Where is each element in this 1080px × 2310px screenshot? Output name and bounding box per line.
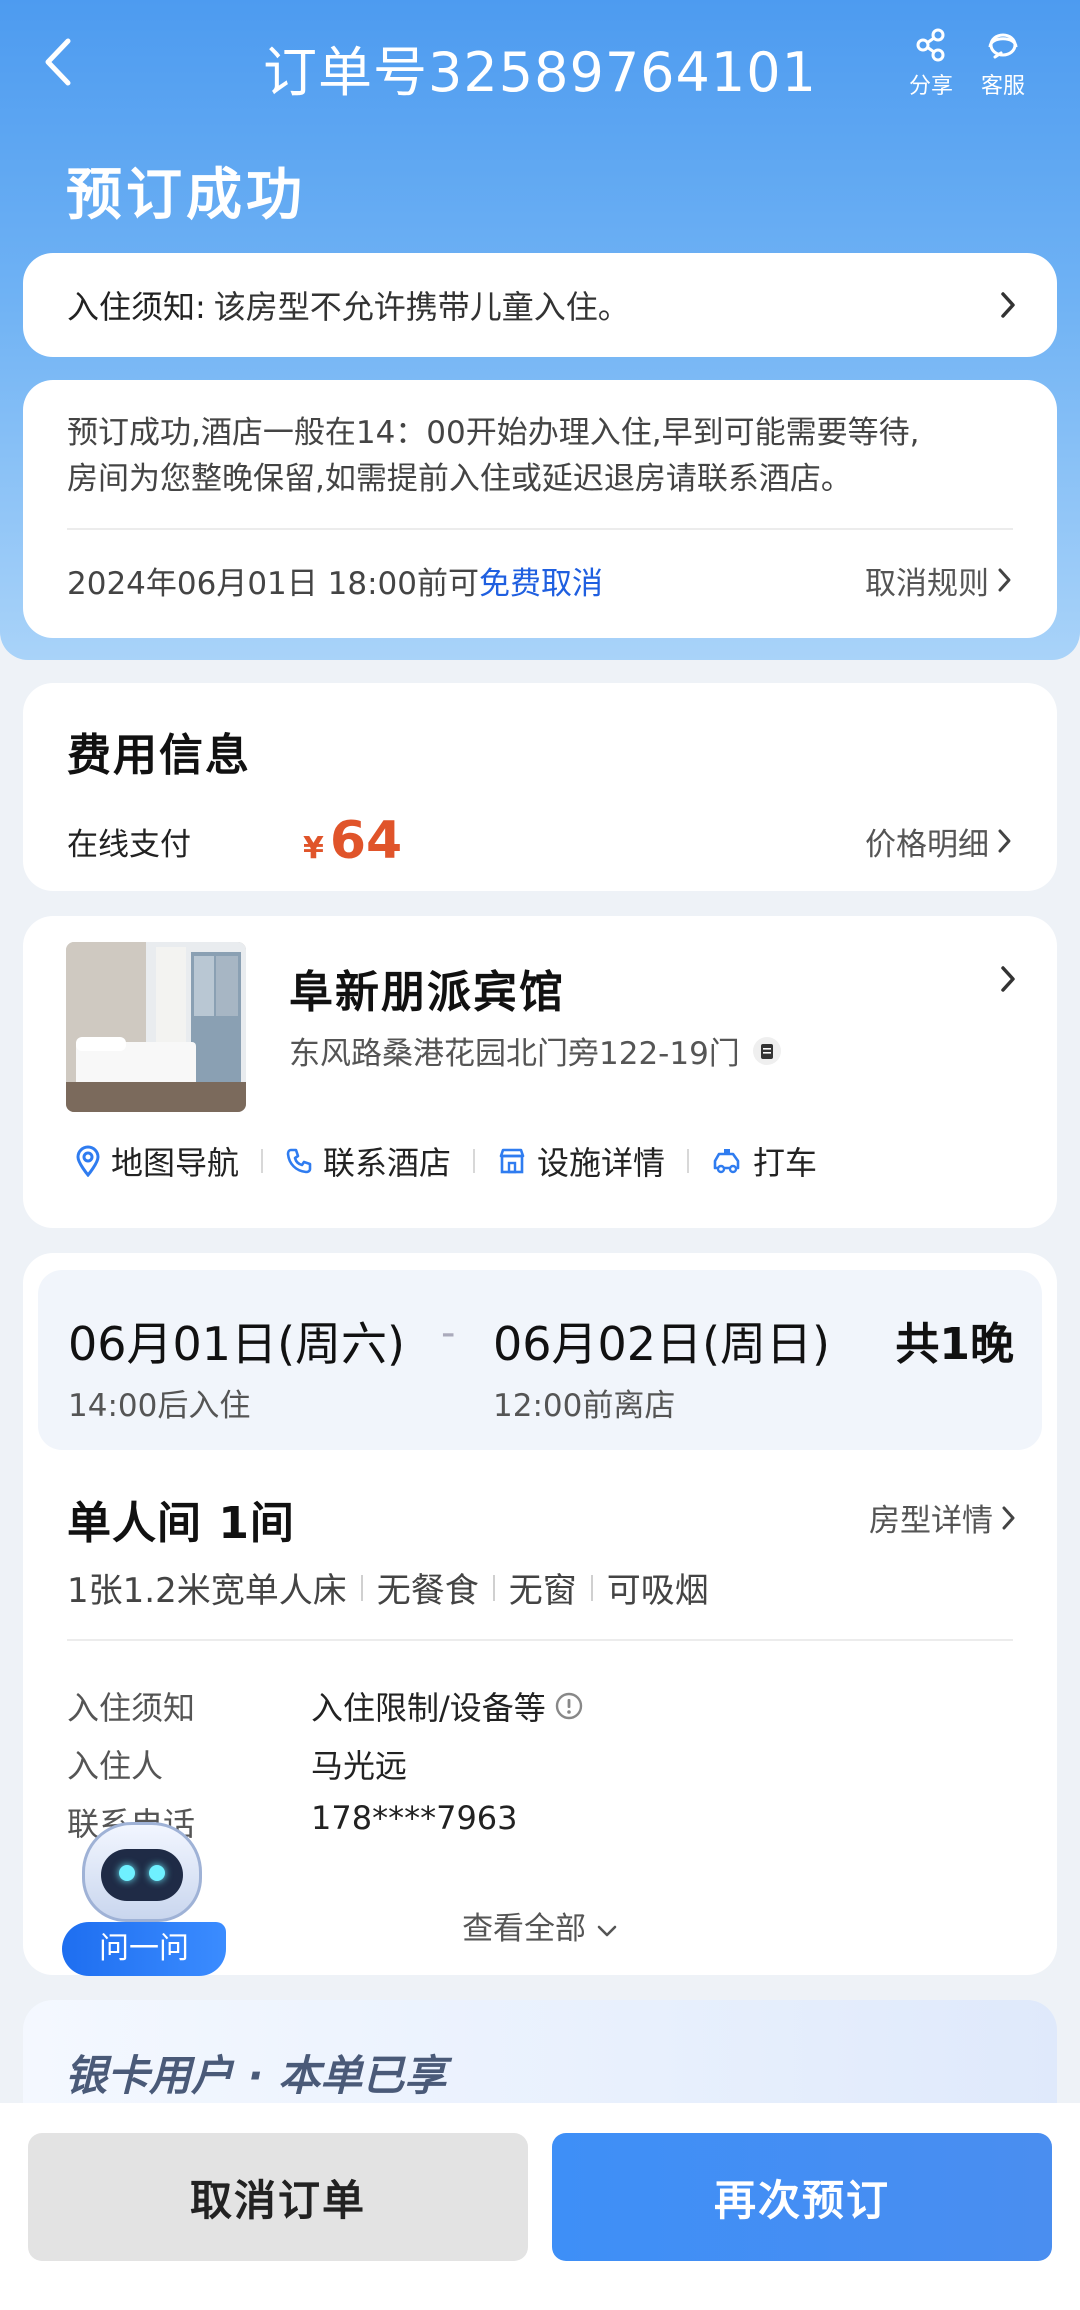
chevron-right-icon [1002,1506,1015,1529]
headset-icon [988,33,1018,59]
free-cancel-label: 免费取消 [478,565,603,602]
chevron-right-icon [1001,292,1015,318]
chevron-right-icon [998,829,1011,853]
price-detail-label: 价格明细 [865,826,989,863]
share-icon [916,28,945,62]
room-title: 单人间 1间 [67,1498,295,1549]
divider [67,1639,1013,1641]
rebook-button[interactable]: 再次预订 [552,2133,1052,2261]
hotel-address-text: 东风路桑港花园北门旁122-19门 [289,1036,740,1072]
chevron-right-icon[interactable] [999,964,1017,994]
facility-detail-label: 设施详情 [537,1144,666,1182]
contact-hotel-label: 联系酒店 [323,1144,452,1182]
robot-face [101,1849,183,1901]
building-icon [499,1148,525,1174]
booking-status-title: 预订成功 [66,163,306,228]
row-key-guest: 入住人 [67,1747,164,1785]
notice-value: 该房型不允许携带儿童入住。 [213,288,630,326]
map-navigation-button[interactable]: 地图导航 [53,1138,261,1184]
contact-phone: 178****7963 [311,1799,518,1837]
hotel-photo[interactable] [66,942,246,1112]
room-tag: 无餐食 [376,1571,479,1611]
checkin-restriction-value: 入住限制/设备等 [311,1689,546,1727]
hotel-address: 东风路桑港花园北门旁122-19门 [289,1028,782,1073]
checkin-time: 14:00后入住 [68,1388,251,1424]
map-navigation-label: 地图导航 [111,1144,240,1182]
row-key-checkin-notice: 入住须知 [67,1689,196,1727]
top-bar: 订单号32589764101 分享 客服 [0,0,1080,125]
share-button[interactable]: 分享 [896,28,966,100]
guest-name: 马光远 [311,1747,408,1785]
notice-key: 入住须知: [67,288,206,326]
service-label: 客服 [980,74,1025,99]
cancel-deadline: 2024年06月01日 18:00前可 [67,565,479,602]
robot-icon [82,1822,202,1922]
location-pin-icon [76,1145,100,1177]
checkin-info-line2: 房间为您整晚保留,如需提前入住或延迟退房请联系酒店。 [67,461,852,497]
share-label: 分享 [908,74,953,99]
price-detail-link[interactable]: 价格明细 [865,819,1013,864]
room-detail-label: 房型详情 [869,1503,993,1539]
price: ¥64 [303,811,402,871]
fee-row: 在线支付 ¥64 价格明细 [67,811,1013,871]
robot-eye [119,1865,135,1881]
phone-icon [286,1148,312,1174]
chevron-down-icon [597,1925,617,1937]
hotel-room-image [66,942,246,1112]
hotel-name[interactable]: 阜新朋派宾馆 [289,956,565,1020]
taxi-label: 打车 [753,1144,818,1182]
date-separator: - [441,1310,456,1356]
robot-eye [149,1865,165,1881]
room-detail-link[interactable]: 房型详情 [869,1495,1017,1540]
room-tag: 1张1.2米宽单人床 [67,1571,347,1611]
checkin-info-card: 预订成功,酒店一般在14：00开始办理入住,早到可能需要等待, 房间为您整晚保留… [23,380,1057,638]
night-count: 共1晚 [895,1319,1014,1370]
hotel-card: 阜新朋派宾馆 东风路桑港花园北门旁122-19门 地图导航 联系酒店 设施详情 … [23,916,1057,1228]
room-tag: 无窗 [508,1571,577,1611]
cancel-order-button[interactable]: 取消订单 [28,2133,528,2261]
cancel-rule-label: 取消规则 [865,565,989,602]
car-icon [713,1149,740,1174]
chevron-right-icon [998,568,1011,592]
fee-info-card: 费用信息 在线支付 ¥64 价格明细 [23,683,1057,891]
checkout-time: 12:00前离店 [493,1388,676,1424]
stay-dates-panel: 06月01日(周六) 14:00后入住 - 06月02日(周日) 12:00前离… [38,1270,1042,1450]
fee-title: 费用信息 [67,730,251,781]
checkin-date: 06月01日(周六) [68,1317,405,1371]
price-amount: 64 [329,811,403,871]
view-all-label: 查看全部 [462,1911,587,1947]
room-tags: 1张1.2米宽单人床 无餐食 无窗 可吸烟 [67,1563,723,1612]
hotel-actions: 地图导航 联系酒店 设施详情 打车 [53,1138,839,1184]
copy-icon[interactable] [752,1036,782,1066]
contact-hotel-button[interactable]: 联系酒店 [263,1138,473,1184]
cancel-policy-row: 2024年06月01日 18:00前可 免费取消 取消规则 [67,530,1013,630]
ai-assistant-button[interactable]: 问一问 [62,1822,226,1982]
vip-text: 银卡用户 · 本单已享 [65,2051,447,2100]
assistant-label: 问一问 [62,1922,226,1976]
facility-detail-button[interactable]: 设施详情 [475,1138,687,1184]
taxi-button[interactable]: 打车 [689,1138,839,1184]
payment-method: 在线支付 [67,826,191,863]
currency-symbol: ¥ [303,831,324,866]
bottom-action-bar: 取消订单 再次预订 [0,2103,1080,2310]
checkin-info-line1: 预订成功,酒店一般在14：00开始办理入住,早到可能需要等待, [67,415,920,451]
room-tag: 可吸烟 [606,1571,709,1611]
checkin-restriction-link[interactable]: 入住限制/设备等 [311,1683,584,1729]
checkout-date: 06月02日(周日) [493,1317,830,1371]
checkin-notice-card[interactable]: 入住须知: 该房型不允许携带儿童入住。 [23,253,1057,357]
cancel-rule-link[interactable]: 取消规则 [865,558,1013,603]
info-icon [555,1692,582,1720]
customer-service-button[interactable]: 客服 [968,28,1038,100]
